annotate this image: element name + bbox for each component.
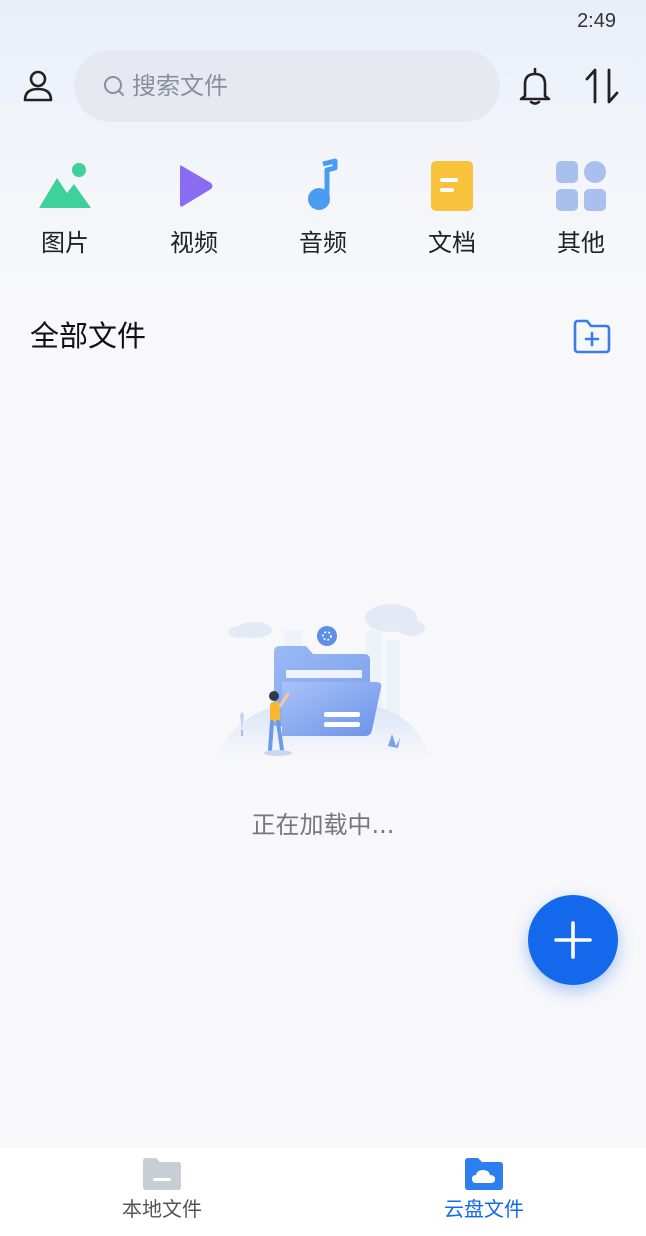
bell-icon[interactable] — [516, 66, 554, 106]
video-icon — [180, 165, 213, 207]
other-icon — [556, 161, 606, 211]
category-label: 视频 — [170, 229, 218, 257]
category-label: 图片 — [41, 229, 89, 257]
new-folder-icon[interactable] — [572, 318, 612, 354]
user-icon[interactable] — [20, 68, 56, 104]
transfer-icon[interactable] — [584, 66, 620, 106]
nav-label: 云盘文件 — [444, 1197, 524, 1221]
search-input[interactable]: 搜索文件 — [74, 50, 500, 122]
category-documents[interactable]: 文档 — [397, 158, 507, 268]
bottom-nav: 本地文件 云盘文件 — [0, 1148, 646, 1236]
section-title: 全部文件 — [30, 319, 147, 353]
category-videos[interactable]: 视频 — [139, 158, 249, 268]
category-images[interactable]: 图片 — [10, 158, 120, 268]
status-time: 2:49 — [577, 10, 616, 32]
plus-icon — [554, 921, 592, 959]
search-icon — [102, 74, 126, 98]
document-icon — [431, 161, 473, 211]
category-label: 音频 — [299, 229, 347, 257]
nav-cloud-files[interactable]: 云盘文件 — [404, 1148, 564, 1236]
local-folder-icon — [143, 1158, 181, 1190]
image-icon — [39, 163, 91, 208]
nav-label: 本地文件 — [122, 1197, 202, 1221]
category-other[interactable]: 其他 — [526, 158, 636, 268]
cloud-folder-icon — [465, 1158, 503, 1190]
search-placeholder: 搜索文件 — [132, 72, 228, 100]
add-button[interactable] — [528, 895, 618, 985]
category-label: 文档 — [428, 229, 476, 257]
audio-icon — [308, 158, 338, 210]
header: 搜索文件 — [0, 50, 646, 124]
category-audio[interactable]: 音频 — [268, 158, 378, 268]
status-bar: 2:49 — [0, 0, 646, 44]
nav-local-files[interactable]: 本地文件 — [82, 1148, 242, 1236]
empty-folder-illustration — [216, 590, 430, 806]
category-label: 其他 — [557, 229, 605, 257]
category-bar: 图片 视频 音频 文档 其他 — [0, 158, 646, 268]
loading-text: 正在加载中... — [251, 811, 395, 839]
